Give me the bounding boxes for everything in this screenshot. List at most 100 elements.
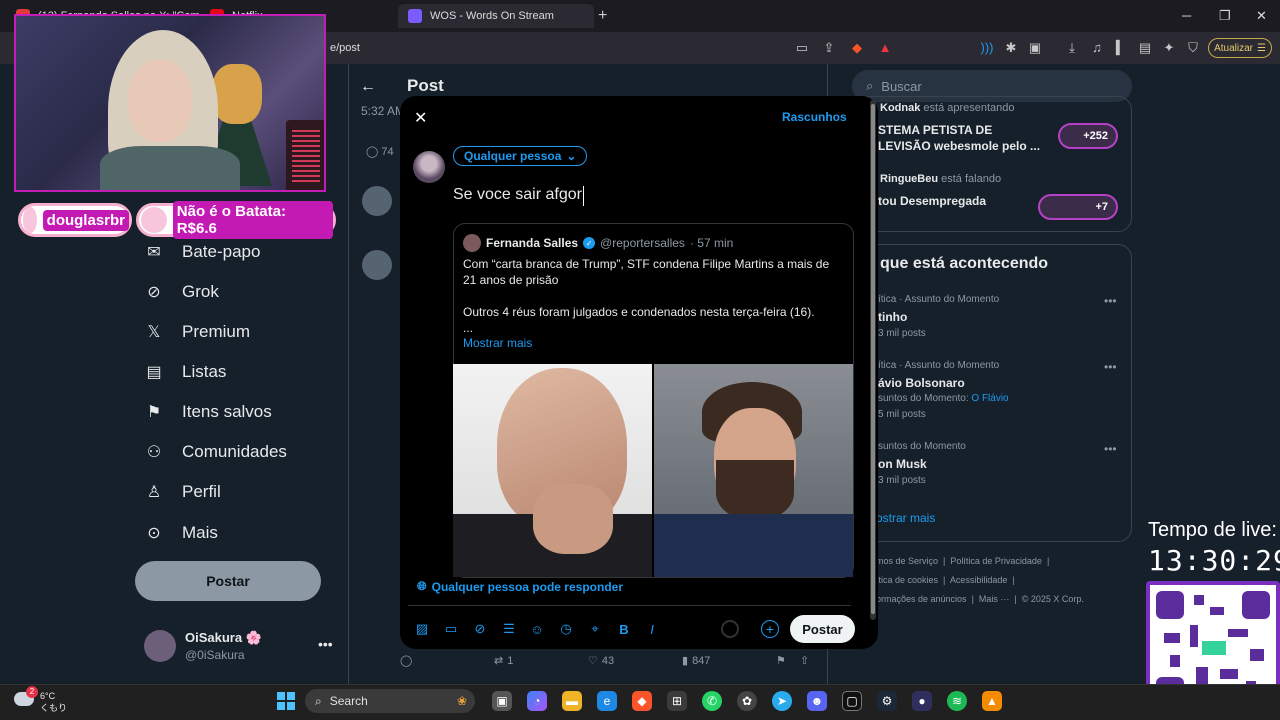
footer-link[interactable]: mos de Serviço: [876, 556, 938, 566]
more-dots-icon[interactable]: •••: [1104, 360, 1117, 374]
drafts-button[interactable]: Rascunhos: [782, 110, 847, 124]
more-dots-icon[interactable]: •••: [1104, 442, 1117, 456]
brave-rewards-icon[interactable]: ▲: [877, 40, 893, 56]
space-title[interactable]: STEMA PETISTA DE LEVISÃO webesmole pelo .…: [878, 122, 1040, 154]
reply-setting[interactable]: 🌐︎ Qualquer pessoa pode responder: [417, 579, 623, 594]
file-explorer-icon[interactable]: ▬: [562, 691, 582, 711]
qr-module: [1190, 625, 1198, 647]
nav-grok[interactable]: ⊘ Grok: [144, 277, 219, 307]
tab-wos[interactable]: WOS - Words On Stream: [398, 4, 594, 28]
space-title[interactable]: tou Desempregada: [878, 193, 986, 209]
audio-playing-icon[interactable]: ))): [979, 40, 995, 56]
nav-chat[interactable]: ✉ Bate-papo: [144, 237, 260, 267]
edge-icon[interactable]: e: [597, 691, 617, 711]
reply-action[interactable]: ◯: [400, 654, 412, 667]
maximize-icon[interactable]: ❐: [1219, 8, 1231, 24]
screenshot-icon[interactable]: ▣: [1027, 40, 1043, 56]
update-button[interactable]: Atualizar ☰: [1208, 38, 1272, 58]
chatgpt-icon[interactable]: ✿: [737, 691, 757, 711]
vlc-icon[interactable]: ▲: [982, 691, 1002, 711]
more-dots-icon[interactable]: •••: [1104, 294, 1117, 308]
avatar[interactable]: [362, 250, 392, 280]
account-switcher[interactable]: OiSakura 🌸 @0iSakura •••: [144, 628, 340, 664]
space-status: está apresentando: [923, 102, 1015, 114]
reply-count[interactable]: ◯ 74: [366, 145, 394, 158]
share-action[interactable]: ⇧: [800, 654, 809, 667]
trend-name[interactable]: tinho: [878, 310, 907, 324]
space-listeners-pill[interactable]: +7: [1038, 194, 1118, 220]
whatsapp-icon[interactable]: ✆: [702, 691, 722, 711]
windows-start-icon[interactable]: [277, 692, 295, 710]
leo-ai-icon[interactable]: ✦: [1161, 40, 1177, 56]
task-view-icon[interactable]: ▣: [492, 691, 512, 711]
spotify-icon[interactable]: ≋: [947, 691, 967, 711]
schedule-icon[interactable]: ◷: [557, 620, 575, 638]
close-icon[interactable]: ✕: [414, 108, 427, 128]
back-arrow-icon[interactable]: ←: [360, 78, 376, 96]
close-window-icon[interactable]: ✕: [1256, 8, 1267, 24]
compose-textarea[interactable]: Se voce sair afgor: [453, 186, 833, 204]
italic-icon[interactable]: I: [643, 620, 661, 638]
show-more-link[interactable]: ostrar mais: [876, 511, 935, 525]
sidebar-icon[interactable]: ▍: [1113, 40, 1129, 56]
space-listeners-pill[interactable]: +252: [1058, 123, 1118, 149]
discord-icon[interactable]: ☻: [807, 691, 827, 711]
account-handle: @0iSakura: [185, 648, 245, 662]
add-post-icon[interactable]: +: [761, 620, 779, 638]
brave-shield-icon[interactable]: ◆: [849, 40, 865, 56]
download-icon[interactable]: ⤓: [1064, 40, 1080, 56]
nav-bookmarks[interactable]: ⚑ Itens salvos: [144, 397, 272, 427]
brave-icon[interactable]: ◆: [632, 691, 652, 711]
footer-link[interactable]: Mais ···: [979, 594, 1010, 604]
quoted-image-left[interactable]: [453, 364, 652, 577]
nav-premium[interactable]: 𝕏 Premium: [144, 317, 250, 347]
bookmark-action[interactable]: ⚑: [776, 654, 786, 667]
url-field[interactable]: e/post: [330, 42, 360, 54]
modal-scrollbar-thumb[interactable]: [871, 104, 875, 614]
audience-selector[interactable]: Qualquer pessoa ⌄: [453, 146, 588, 166]
nav-lists[interactable]: ▤ Listas: [144, 357, 226, 387]
nav-profile[interactable]: ♙ Perfil: [144, 477, 221, 507]
post-button[interactable]: Postar: [790, 615, 855, 643]
trend-name[interactable]: on Musk: [878, 457, 927, 471]
views-action[interactable]: ▮ 847: [682, 654, 710, 668]
retweet-action[interactable]: ⇄ 1: [494, 654, 513, 668]
like-action[interactable]: ♡ 43: [588, 654, 614, 668]
footer-link[interactable]: Acessibilidade: [950, 575, 1008, 585]
grok-icon[interactable]: ⊘: [471, 620, 489, 638]
trend-related-link[interactable]: O Flávio: [971, 393, 1008, 404]
media-icon[interactable]: ♫: [1089, 40, 1105, 56]
taskbar-search[interactable]: ⌕ Search ❀: [305, 689, 475, 713]
wallet-icon[interactable]: ▤: [1137, 40, 1153, 56]
footer-link[interactable]: ormações de anúncios: [876, 594, 967, 604]
quoted-image-right[interactable]: [654, 364, 853, 577]
poll-icon[interactable]: ☰: [500, 620, 518, 638]
nav-more[interactable]: ⊙ Mais: [144, 518, 218, 548]
telegram-icon[interactable]: ➤: [772, 691, 792, 711]
footer-link[interactable]: Política de Privacidade: [950, 556, 1042, 566]
bold-icon[interactable]: B: [615, 620, 633, 638]
footer-link[interactable]: ítica de cookies: [876, 575, 938, 585]
share-icon[interactable]: ⇪: [821, 40, 837, 56]
vpn-icon[interactable]: ⛉: [1185, 40, 1201, 56]
new-tab-button[interactable]: +: [598, 7, 607, 25]
screen-cast-icon[interactable]: ▭: [794, 40, 810, 56]
steam-icon[interactable]: ⚙: [877, 691, 897, 711]
show-more-link[interactable]: Mostrar mais: [463, 336, 532, 350]
capcut-icon[interactable]: ▢: [842, 691, 862, 711]
obs-icon[interactable]: ●: [912, 691, 932, 711]
wos-favicon-icon: [408, 9, 422, 23]
photo-subject-hand: [533, 484, 613, 554]
image-icon[interactable]: ▨: [413, 620, 431, 638]
extensions-icon[interactable]: ✱: [1003, 40, 1019, 56]
nav-communities[interactable]: ⚇ Comunidades: [144, 437, 287, 467]
avatar[interactable]: [362, 186, 392, 216]
copilot-icon[interactable]: ◔: [527, 691, 547, 711]
trend-name[interactable]: ávio Bolsonaro: [878, 376, 965, 390]
minimize-icon[interactable]: ─: [1182, 8, 1191, 23]
post-button[interactable]: Postar: [135, 561, 321, 601]
location-icon[interactable]: ⌖: [586, 620, 604, 638]
gif-icon[interactable]: ▭: [442, 620, 460, 638]
store-icon[interactable]: ⊞: [667, 691, 687, 711]
emoji-icon[interactable]: ☺: [528, 620, 546, 638]
